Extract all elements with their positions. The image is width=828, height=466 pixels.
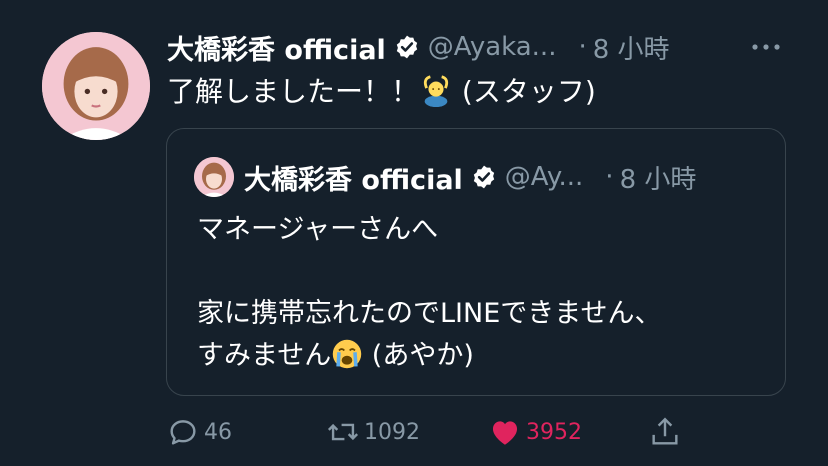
quoted-avatar-image xyxy=(194,157,234,197)
like-button[interactable]: 3952 xyxy=(488,412,582,452)
retweet-icon xyxy=(327,423,359,441)
reply-count: 46 xyxy=(204,419,232,445)
quoted-tweet-header: 大橋彩香 official @Ay... · 8 小時 xyxy=(194,157,774,197)
handle[interactable]: @Ayaka... xyxy=(428,32,557,62)
reply-icon xyxy=(170,420,196,445)
quoted-handle[interactable]: @Ay... xyxy=(505,162,584,192)
quoted-timestamp[interactable]: 8 小時 xyxy=(620,159,697,196)
quoted-avatar[interactable] xyxy=(194,157,234,197)
quoted-line-2 xyxy=(197,251,767,293)
separator-dot: · xyxy=(578,32,587,62)
tweet-text-main: 了解しましたー！！ xyxy=(167,75,420,108)
retweet-button[interactable]: 1092 xyxy=(326,412,420,452)
share-button[interactable] xyxy=(648,412,686,452)
quoted-line-3: 家に携帯忘れたのでLINEできません、 xyxy=(197,298,662,329)
heart-icon xyxy=(492,421,518,445)
quoted-separator-dot: · xyxy=(605,162,614,192)
verified-badge-icon xyxy=(396,35,417,59)
tweet-header: 大橋彩香 official @Ayaka... · 8 小時 xyxy=(167,27,807,67)
display-name[interactable]: 大橋彩香 official xyxy=(167,28,386,67)
more-dots-icon[interactable] xyxy=(749,33,783,61)
quoted-line-4-main: すみません xyxy=(197,340,332,371)
share-icon xyxy=(652,417,678,445)
quoted-line-4-suffix: (あやか) xyxy=(363,340,474,371)
action-bar: 46 1092 3952 xyxy=(166,412,786,452)
avatar-image xyxy=(42,32,150,140)
quoted-line-4: すみません (あやか) xyxy=(197,335,767,377)
quoted-display-name[interactable]: 大橋彩香 official xyxy=(244,158,463,197)
quoted-tweet-text: マネージャーさんへ 家に携帯忘れたのでLINEできません、 すみません (あやか… xyxy=(197,209,767,377)
verified-badge-icon xyxy=(473,165,494,189)
retweet-count: 1092 xyxy=(364,419,420,445)
loudly-crying-face-emoji xyxy=(332,339,362,369)
tweet-text: 了解しましたー！！ (スタッフ) xyxy=(167,72,797,112)
tweet-text-suffix: (スタッフ) xyxy=(453,75,596,108)
quoted-tweet[interactable]: 大橋彩香 official @Ay... · 8 小時 マネージャーさんへ 家に… xyxy=(166,128,786,396)
timestamp[interactable]: 8 小時 xyxy=(593,29,670,66)
reply-button[interactable]: 46 xyxy=(166,412,232,452)
person-gesturing-ok-emoji xyxy=(423,75,449,107)
like-count: 3952 xyxy=(526,419,582,445)
avatar[interactable] xyxy=(42,32,150,140)
quoted-line-1: マネージャーさんへ xyxy=(197,214,439,245)
